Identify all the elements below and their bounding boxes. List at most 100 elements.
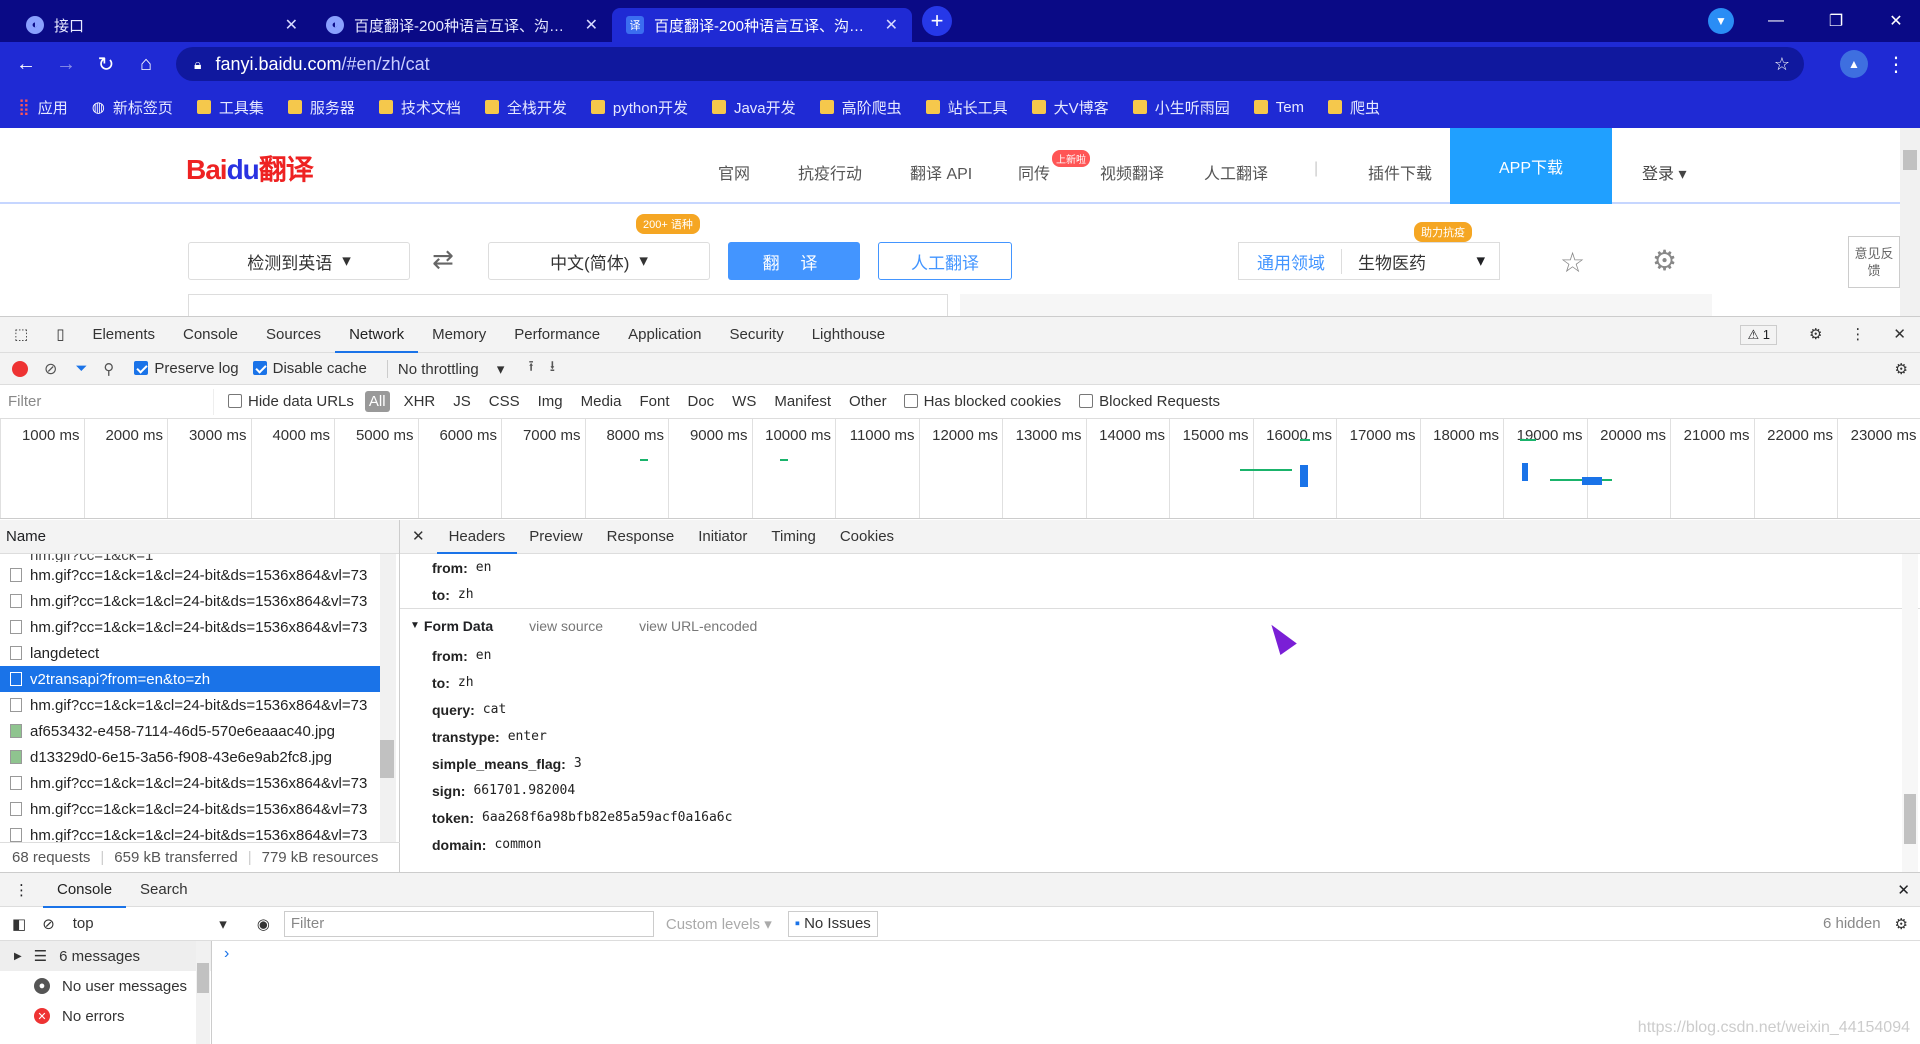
devtools-tab-memory[interactable]: Memory (418, 317, 500, 353)
detail-tab-response[interactable]: Response (595, 520, 687, 554)
bookmark-item[interactable]: 服务器 (287, 97, 355, 118)
bookmark-item[interactable]: 爬虫 (1328, 97, 1380, 118)
devtools-tab-lighthouse[interactable]: Lighthouse (798, 317, 899, 353)
close-window-button[interactable]: ✕ (1866, 0, 1920, 42)
drawer-menu-icon[interactable]: ⋮ (0, 881, 43, 899)
request-row[interactable]: hm.gif?cc=1&ck=1&cl=24-bit&ds=1536x864&v… (0, 692, 380, 718)
bookmark-item[interactable]: 高阶爬虫 (819, 97, 902, 118)
nav-link-api[interactable]: 翻译 API (910, 160, 972, 184)
devtools-tab-elements[interactable]: Elements (78, 317, 169, 353)
devtools-tab-console[interactable]: Console (169, 317, 252, 353)
filter-icon[interactable]: ⏷ (75, 360, 87, 377)
new-tab-button[interactable]: + (922, 6, 952, 36)
sidebar-item-errors[interactable]: ✕ No errors (0, 1001, 211, 1031)
console-sidebar-scrollbar[interactable] (196, 941, 210, 1044)
type-filter-other[interactable]: Other (845, 391, 891, 412)
form-data-header[interactable]: ▼ Form Data view source view URL-encoded (400, 608, 1920, 642)
context-select[interactable]: top ▾ (67, 911, 233, 937)
request-row[interactable]: hm.gif?cc=1&ck=1&cl=24-bit&ds=1536x864&v… (0, 588, 380, 614)
request-list-scrollbar[interactable] (380, 554, 396, 842)
nav-link-video[interactable]: 视频翻译 (1100, 160, 1164, 184)
source-text-area[interactable] (188, 294, 948, 316)
feedback-button[interactable]: 意见反馈 (1848, 236, 1900, 288)
disable-cache-checkbox[interactable]: Disable cache (252, 360, 367, 377)
type-filter-font[interactable]: Font (635, 391, 673, 412)
sidebar-item-user-messages[interactable]: ● No user messages (0, 971, 211, 1001)
bookmark-item[interactable]: 站长工具 (925, 97, 1008, 118)
clear-icon[interactable]: ⊘ (44, 359, 57, 379)
devtools-tab-network[interactable]: Network (335, 317, 419, 353)
detail-tab-preview[interactable]: Preview (517, 520, 594, 554)
type-filter-manifest[interactable]: Manifest (770, 391, 835, 412)
type-filter-ws[interactable]: WS (728, 391, 760, 412)
request-row[interactable]: langdetect (0, 640, 380, 666)
request-row[interactable]: hm.gif?cc=1&ck=1&cl=24-bit&ds=1536x864&v… (0, 614, 380, 640)
bookmark-item[interactable]: Tem (1253, 99, 1304, 116)
source-language-select[interactable]: 检测到英语 ▾ (188, 242, 410, 280)
login-link[interactable]: 登录 ▾ (1642, 160, 1687, 184)
drawer-tab-console[interactable]: Console (43, 872, 127, 908)
sidebar-item-messages[interactable]: ▶ ☰ 6 messages (0, 941, 211, 971)
sidebar-toggle-icon[interactable]: ◧ (12, 915, 26, 933)
star-icon[interactable]: ☆ (1774, 54, 1790, 75)
devtools-tab-performance[interactable]: Performance (500, 317, 614, 353)
detail-scrollbar[interactable] (1902, 554, 1918, 872)
network-settings-icon[interactable]: ⚙ (1895, 360, 1908, 378)
favorites-icon[interactable]: ☆ (1560, 246, 1585, 279)
forward-icon[interactable]: → (46, 44, 86, 84)
type-filter-xhr[interactable]: XHR (400, 391, 440, 412)
nav-link-covid[interactable]: 抗疫行动 (798, 160, 862, 184)
blocked-requests-checkbox[interactable]: Blocked Requests (1079, 393, 1220, 410)
type-filter-js[interactable]: JS (449, 391, 475, 412)
import-har-icon[interactable]: ⭱ (528, 356, 533, 381)
bookmark-item[interactable]: python开发 (590, 97, 688, 118)
nav-link-official[interactable]: 官网 (718, 160, 750, 184)
bookmark-item[interactable]: 大V博客 (1031, 97, 1109, 118)
swap-languages-icon[interactable]: ⇄ (432, 244, 454, 275)
throttling-select[interactable]: No throttling ▾ (386, 359, 504, 378)
live-expression-eye-icon[interactable]: ◉ (257, 915, 270, 933)
hide-data-urls-checkbox[interactable]: Hide data URLs (228, 393, 354, 410)
target-language-select[interactable]: 中文(简体) ▾ (488, 242, 710, 280)
human-translation-button[interactable]: 人工翻译 (878, 242, 1012, 280)
bookmark-item[interactable]: Java开发 (711, 97, 796, 118)
devtools-more-icon[interactable]: ⋮ (1836, 317, 1879, 353)
detail-tab-headers[interactable]: Headers (436, 520, 518, 554)
request-row[interactable]: hm.gif?cc=1&ck=1&cl=24-bit&ds=1536x864&v… (0, 796, 380, 822)
name-column-header[interactable]: Name (0, 520, 399, 554)
bookmark-item[interactable]: ⣿ 应用 (18, 97, 68, 118)
browser-tab-3[interactable]: 译 百度翻译-200种语言互译、沟通全世界 ✕ (612, 8, 912, 42)
home-icon[interactable]: ⌂ (126, 44, 166, 84)
nav-link-human[interactable]: 人工翻译 (1204, 160, 1268, 184)
request-row[interactable]: d13329d0-6e15-3a56-f908-43e6e9ab2fc8.jpg (0, 744, 380, 770)
type-filter-img[interactable]: Img (534, 391, 567, 412)
browser-tab-2[interactable]: ◐ 百度翻译-200种语言互译、沟通全世界 ✕ (312, 8, 612, 42)
search-icon[interactable]: ⚲ (103, 360, 114, 378)
nav-link-plugin[interactable]: 插件下载 (1368, 160, 1432, 184)
app-download-button[interactable]: APP下载 (1450, 128, 1612, 204)
request-row[interactable]: hm.gif?cc=1&ck=1&cl=24-bit&ds=1536x864&v… (0, 770, 380, 796)
browser-menu-icon[interactable]: ⋮ (1876, 44, 1916, 84)
devtools-settings-icon[interactable]: ⚙ (1795, 317, 1836, 353)
detail-tab-cookies[interactable]: Cookies (828, 520, 906, 554)
reload-icon[interactable]: ↻ (86, 44, 126, 84)
devtools-tab-application[interactable]: Application (614, 317, 715, 353)
log-levels-select[interactable]: Custom levels ▾ (666, 915, 772, 933)
bookmark-item[interactable]: 技术文档 (378, 97, 461, 118)
view-url-encoded-link[interactable]: view URL-encoded (639, 618, 757, 634)
request-row[interactable]: hm.gif?cc=1&ck=1&cl=24-bit&ds=1536x864&v… (0, 562, 380, 588)
view-source-link[interactable]: view source (529, 618, 603, 634)
devtools-tab-security[interactable]: Security (716, 317, 798, 353)
domain-select[interactable]: 通用领域 生物医药 ▾ (1238, 242, 1500, 280)
preserve-log-checkbox[interactable]: Preserve log (134, 360, 239, 377)
baidu-translate-logo[interactable]: Baidu翻译 (186, 148, 314, 188)
network-overview-timeline[interactable]: 1000 ms 2000 ms 3000 ms 4000 ms 5000 ms 6000 … (0, 419, 1920, 519)
devtools-tab-sources[interactable]: Sources (252, 317, 335, 353)
device-toolbar-icon[interactable]: ▯ (42, 317, 78, 353)
type-filter-media[interactable]: Media (577, 391, 626, 412)
devtools-close-icon[interactable]: ✕ (1879, 317, 1920, 353)
console-settings-icon[interactable]: ⚙ (1895, 915, 1908, 933)
detail-tab-initiator[interactable]: Initiator (686, 520, 759, 554)
type-filter-doc[interactable]: Doc (683, 391, 718, 412)
close-detail-icon[interactable]: ✕ (400, 520, 437, 554)
